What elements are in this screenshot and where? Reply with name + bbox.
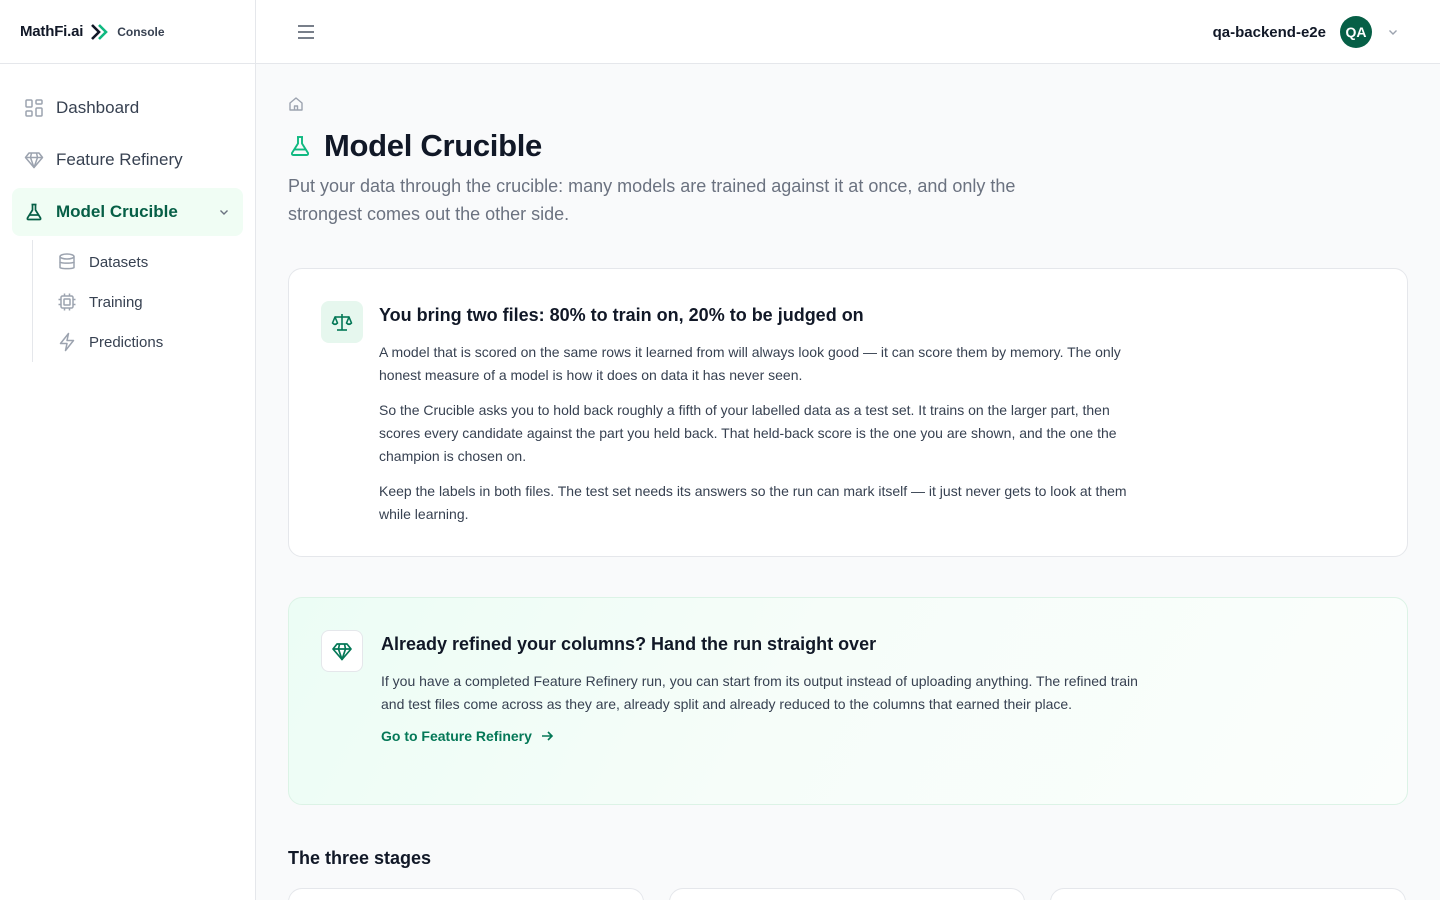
sidebar-nav: Dashboard Feature Refinery Model Crucibl…: [0, 64, 255, 362]
home-icon[interactable]: [288, 96, 304, 112]
sidebar: MathFi.ai Console Dashboard Feature Refi…: [0, 0, 256, 900]
stage-card: [669, 888, 1025, 900]
flask-icon: [26, 203, 42, 221]
sidebar-subitem-label: Training: [89, 293, 143, 311]
stages-section-title: The three stages: [288, 848, 432, 868]
stage-card: [288, 888, 644, 900]
sidebar-subitem-datasets[interactable]: Datasets: [57, 242, 243, 282]
card-paragraph: Keep the labels in both files. The test …: [379, 483, 1127, 522]
avatar[interactable]: QA: [1340, 16, 1372, 48]
sidebar-subitem-label: Datasets: [89, 253, 149, 271]
page-title: Model Crucible: [324, 128, 542, 163]
sidebar-item-dashboard[interactable]: Dashboard: [12, 84, 243, 132]
brand-console-label: Console: [117, 24, 165, 39]
card-paragraph: A model that is scored on the same rows …: [379, 344, 1121, 383]
chevron-down-icon[interactable]: [217, 205, 231, 219]
sidebar-item-model-crucible[interactable]: Model Crucible: [12, 188, 243, 236]
card-paragraph: If you have a completed Feature Refinery…: [381, 673, 1138, 712]
sidebar-subnav: Datasets Training Predictions: [32, 240, 243, 362]
gem-icon: [332, 643, 352, 661]
card-title: You bring two files: 80% to train on, 20…: [379, 305, 864, 325]
user-menu[interactable]: qa-backend-e2e QA: [1213, 16, 1400, 48]
info-card-two-files: You bring two files: 80% to train on, 20…: [288, 268, 1408, 557]
topbar: qa-backend-e2e QA: [256, 0, 1440, 64]
link-label: Go to Feature Refinery: [381, 728, 532, 744]
sidebar-subitem-training[interactable]: Training: [57, 282, 243, 322]
gem-icon: [24, 152, 44, 169]
card-title: Already refined your columns? Hand the r…: [381, 634, 877, 654]
card-body: You bring two files: 80% to train on, 20…: [379, 303, 1154, 538]
database-icon: [59, 253, 75, 270]
sidebar-item-label: Dashboard: [56, 98, 140, 117]
lightning-icon: [59, 332, 75, 352]
chevron-down-icon[interactable]: [1386, 25, 1400, 39]
go-to-feature-refinery-link[interactable]: Go to Feature Refinery: [381, 728, 554, 744]
hamburger-menu-icon[interactable]: [296, 22, 316, 42]
stage-card: [1050, 888, 1406, 900]
sidebar-subitem-predictions[interactable]: Predictions: [57, 322, 243, 362]
page-title-row: Model Crucible: [288, 128, 542, 164]
card-icon-wrapper: [321, 630, 363, 672]
card-icon-wrapper: [321, 301, 363, 343]
cpu-icon: [58, 293, 76, 311]
username: qa-backend-e2e: [1212, 23, 1326, 41]
brand-name: MathFi.ai: [20, 23, 84, 40]
sidebar-item-label: Feature Refinery: [56, 150, 183, 169]
card-paragraph: So the Crucible asks you to hold back ro…: [379, 402, 1117, 464]
chevron-logo-icon: [91, 23, 109, 40]
info-card-feature-refinery: Already refined your columns? Hand the r…: [288, 597, 1408, 805]
sidebar-item-label: Model Crucible: [56, 202, 178, 221]
scale-icon: [331, 314, 353, 331]
sidebar-subitem-label: Predictions: [89, 333, 164, 351]
card-body: Already refined your columns? Hand the r…: [381, 632, 1156, 746]
brand-logo[interactable]: MathFi.ai Console: [0, 0, 255, 64]
dashboard-icon: [25, 99, 43, 117]
page-subtitle: Put your data through the crucible: many…: [288, 176, 1016, 224]
flask-icon: [290, 136, 310, 156]
arrow-right-icon: [541, 731, 554, 741]
sidebar-item-feature-refinery[interactable]: Feature Refinery: [12, 136, 243, 184]
